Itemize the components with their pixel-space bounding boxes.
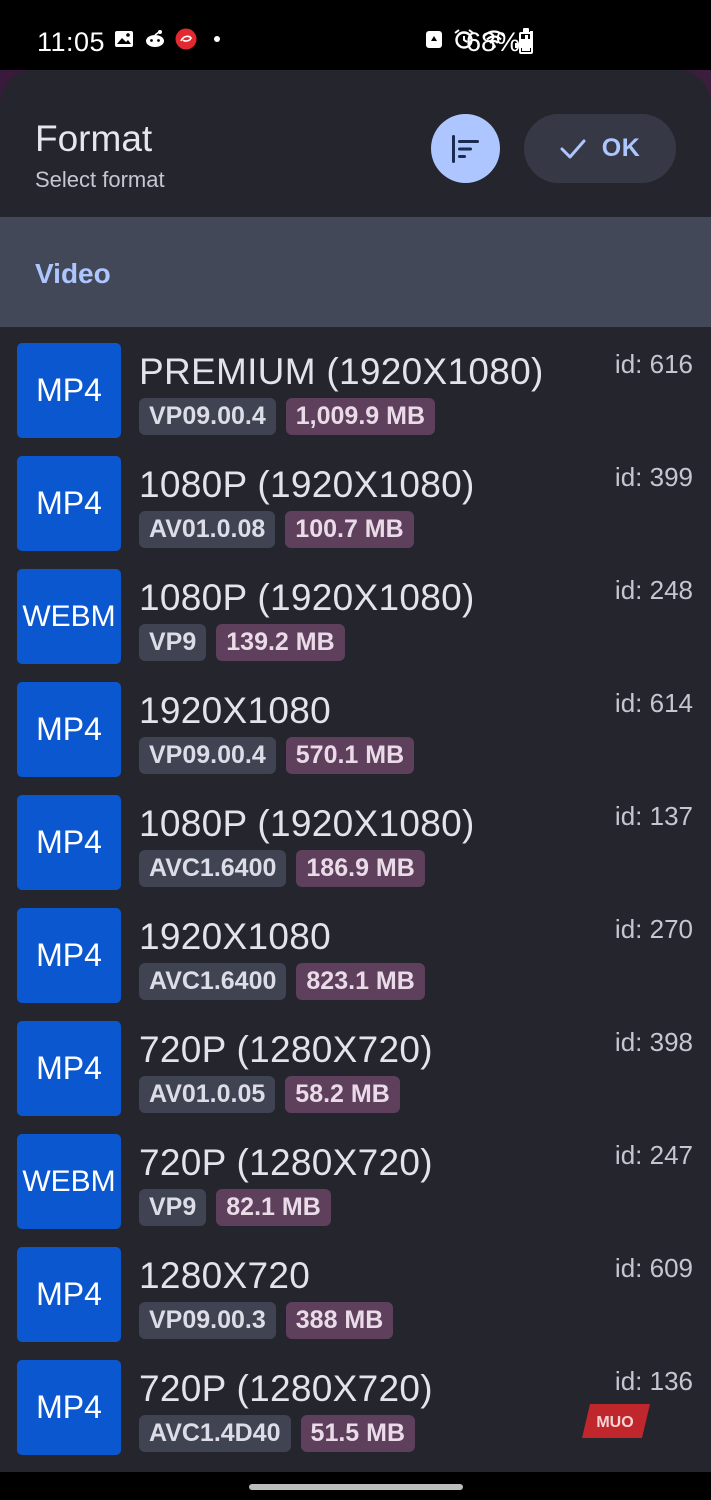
container-badge: WEBM — [17, 569, 121, 664]
codec-chip: AV01.0.08 — [139, 511, 276, 548]
notification-icons — [113, 28, 228, 50]
codec-chip: AVC1.6400 — [139, 963, 287, 1000]
sheet-subtitle: Select format — [35, 167, 165, 192]
format-row[interactable]: WEBM 720P (1280X720) VP9 82.1 MB id: 247 — [0, 1118, 711, 1231]
container-badge: MP4 — [17, 682, 121, 777]
format-title: 1080P (1920X1080) — [139, 464, 475, 505]
size-chip: 51.5 MB — [300, 1415, 416, 1452]
format-chips: VP09.00.4 1,009.9 MB — [139, 398, 436, 435]
codec-chip: AVC1.4D40 — [139, 1415, 291, 1452]
format-id: id: 248 — [614, 575, 693, 605]
format-chips: VP9 82.1 MB — [139, 1189, 331, 1226]
container-badge: WEBM — [17, 1134, 121, 1229]
format-id: id: 398 — [614, 1027, 693, 1057]
format-chips: AV01.0.08 100.7 MB — [139, 511, 414, 548]
codec-chip: VP9 — [139, 624, 207, 661]
format-row[interactable]: WEBM 1080P (1920X1080) VP9 139.2 MB id: 248 — [0, 553, 711, 666]
airtel-icon — [175, 28, 197, 50]
ok-button[interactable]: OK — [524, 114, 676, 183]
size-chip: 823.1 MB — [296, 963, 425, 1000]
container-badge: MP4 — [17, 456, 121, 551]
recycle-icon — [426, 31, 442, 48]
codec-chip: VP09.00.4 — [139, 737, 276, 774]
format-title: PREMIUM (1920X1080) — [139, 351, 544, 392]
format-title: 1920X1080 — [139, 690, 331, 731]
format-title: 1920X1080 — [139, 916, 331, 957]
format-row[interactable]: MP4 720P (1280X720) AV01.0.05 58.2 MB id: 39… — [0, 1005, 711, 1118]
format-id: id: 247 — [614, 1140, 693, 1170]
sheet-title: Format — [35, 118, 153, 159]
format-id: id: 609 — [614, 1253, 693, 1283]
container-badge: MP4 — [17, 908, 121, 1003]
size-chip: 82.1 MB — [216, 1189, 331, 1226]
format-title: 1080P (1920X1080) — [139, 577, 475, 618]
format-chips: AVC1.6400 823.1 MB — [139, 963, 425, 1000]
format-title: 720P (1280X720) — [139, 1029, 433, 1070]
codec-chip: VP9 — [139, 1189, 207, 1226]
size-chip: 570.1 MB — [285, 737, 415, 774]
format-row[interactable]: MP4 720P (1280X720) AVC1.4D40 51.5 MB id: 13… — [0, 1344, 711, 1457]
size-chip: 1,009.9 MB — [285, 398, 436, 435]
home-gesture-handle[interactable] — [249, 1484, 463, 1490]
format-row[interactable]: MP4 1280X720 VP09.00.3 388 MB id: 609 — [0, 1231, 711, 1344]
status-time: 11:05 — [37, 27, 106, 57]
svg-text:MUO: MUO — [596, 1414, 633, 1431]
format-title: 720P (1280X720) — [139, 1368, 433, 1409]
format-row[interactable]: MP4 1080P (1920X1080) AV01.0.08 100.7 MB id:… — [0, 440, 711, 553]
format-title: 720P (1280X720) — [139, 1142, 433, 1183]
format-chips: AVC1.6400 186.9 MB — [139, 850, 425, 887]
codec-chip: AVC1.6400 — [139, 850, 287, 887]
format-row[interactable]: MP4 1920X1080 VP09.00.4 570.1 MB id: 614 — [0, 666, 711, 779]
format-chips: AV01.0.05 58.2 MB — [139, 1076, 400, 1113]
section-header-video: Video — [0, 217, 711, 327]
codec-chip: AV01.0.05 — [139, 1076, 276, 1113]
container-badge: MP4 — [17, 1021, 121, 1116]
format-id: id: 616 — [614, 349, 693, 379]
battery-level: 68% — [466, 27, 521, 57]
format-chips: VP9 139.2 MB — [139, 624, 345, 661]
check-icon — [560, 139, 586, 158]
format-id: id: 137 — [614, 801, 693, 831]
size-chip: 388 MB — [285, 1302, 394, 1339]
codec-chip: VP09.00.3 — [139, 1302, 276, 1339]
container-badge: MP4 — [17, 1360, 121, 1455]
container-badge: MP4 — [17, 795, 121, 890]
size-chip: 58.2 MB — [285, 1076, 400, 1113]
sort-icon — [451, 134, 479, 163]
gallery-icon — [115, 31, 133, 47]
sort-filter-button[interactable] — [431, 114, 500, 183]
format-id: id: 270 — [614, 914, 693, 944]
sheet-header: Format Select format OK — [0, 70, 711, 217]
section-label: Video — [35, 258, 111, 289]
ok-button-label: OK — [601, 134, 641, 162]
format-list: MP4 PREMIUM (1920X1080) VP09.00.4 1,009.9 M… — [0, 327, 711, 1457]
size-chip: 100.7 MB — [285, 511, 414, 548]
format-id: id: 136 — [614, 1366, 693, 1396]
codec-chip: VP09.00.4 — [139, 398, 276, 435]
format-title: 1280X720 — [139, 1255, 311, 1296]
format-id: id: 614 — [614, 688, 693, 718]
size-chip: 186.9 MB — [296, 850, 425, 887]
format-sheet: Format Select format OK Video MP4 PREMIUM… — [0, 70, 711, 1472]
format-id: id: 399 — [614, 462, 693, 492]
format-chips: VP09.00.4 570.1 MB — [139, 737, 415, 774]
format-title: 1080P (1920X1080) — [139, 803, 475, 844]
container-badge: MP4 — [17, 1247, 121, 1342]
format-row[interactable]: MP4 1920X1080 AVC1.6400 823.1 MB id: 270 — [0, 892, 711, 1005]
battery-icon — [519, 28, 533, 54]
format-row[interactable]: MP4 1080P (1920X1080) AVC1.6400 186.9 MB id:… — [0, 779, 711, 892]
format-chips: VP09.00.3 388 MB — [139, 1302, 394, 1339]
format-row[interactable]: MP4 PREMIUM (1920X1080) VP09.00.4 1,009.9 M… — [0, 327, 711, 440]
reddit-icon — [146, 30, 164, 47]
container-badge: MP4 — [17, 343, 121, 438]
dot-icon — [214, 36, 220, 42]
format-chips: AVC1.4D40 51.5 MB — [139, 1415, 416, 1452]
size-chip: 139.2 MB — [216, 624, 345, 661]
muo-watermark-logo: MUO — [582, 1404, 650, 1438]
